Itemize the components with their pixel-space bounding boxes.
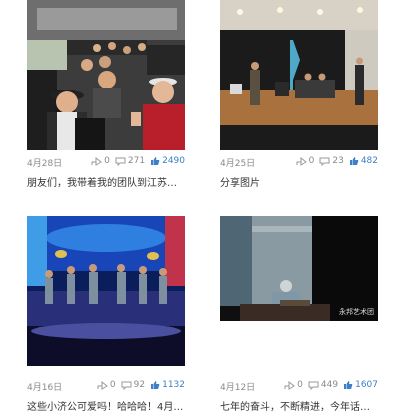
post-meta: 4月16日 0 92 1132 (27, 380, 185, 394)
share-count: 0 (104, 156, 110, 166)
post-date: 4月28日 (27, 159, 63, 169)
post-image-bus[interactable] (27, 0, 185, 150)
post-date: 4月12日 (220, 383, 256, 393)
post-meta: 4月12日 0 449 1607 (220, 380, 378, 394)
post-caption[interactable]: 朋友们，我带着我的团队到江苏巡… (27, 174, 185, 189)
post-date: 4月25日 (220, 159, 256, 169)
like-count: 1607 (355, 380, 378, 390)
thumbs-up-icon (349, 157, 359, 165)
like-stat[interactable]: 1607 (343, 380, 378, 390)
share-count: 0 (297, 380, 303, 390)
comment-stat[interactable]: 23 (319, 156, 344, 166)
like-stat[interactable]: 482 (349, 156, 378, 166)
share-icon (91, 156, 103, 166)
like-count: 482 (360, 156, 378, 166)
post-caption[interactable]: 这些小济公可爱吗！哈哈哈！4月1… (27, 398, 185, 413)
share-count: 0 (308, 156, 315, 166)
share-icon (97, 380, 108, 390)
post-grid: 4月28日 0 271 2490 朋友们，我带着我的团队到江苏巡… 4月25日 … (0, 0, 400, 415)
comment-count: 23 (332, 156, 344, 166)
share-stat[interactable]: 0 (296, 156, 315, 166)
thumbs-up-icon (344, 381, 353, 389)
thumbs-up-icon (151, 381, 160, 389)
post-card-2[interactable]: 4月25日 0 23 482 分享图片 (220, 0, 378, 189)
post-caption[interactable]: 七年的奋斗，不断精进，今年话剧… (220, 398, 378, 413)
post-card-1[interactable]: 4月28日 0 271 2490 朋友们，我带着我的团队到江苏巡… (27, 0, 185, 189)
comment-stat[interactable]: 92 (121, 380, 145, 390)
share-icon (284, 380, 296, 390)
comment-icon (308, 381, 319, 390)
post-meta: 4月25日 0 23 482 (220, 156, 378, 170)
comment-stat[interactable]: 449 (308, 380, 338, 390)
comment-icon (115, 157, 126, 166)
share-stat[interactable]: 0 (91, 156, 110, 166)
share-count: 0 (109, 380, 116, 390)
post-card-4[interactable]: 永邦艺术团 4月12日 0 449 1607 七年的奋斗，不断精进，今年话剧… (220, 216, 378, 413)
comment-count: 449 (320, 380, 339, 390)
post-stats: 0 23 482 (296, 156, 378, 166)
like-stat[interactable]: 1132 (150, 380, 185, 390)
comment-icon (319, 157, 330, 166)
post-stats: 0 449 1607 (284, 380, 378, 390)
watermark: 永邦艺术团 (339, 308, 374, 316)
theater-photo (220, 216, 378, 321)
post-caption[interactable]: 分享图片 (220, 174, 378, 189)
like-count: 2490 (162, 156, 185, 166)
post-image-kids-performance[interactable] (27, 216, 185, 366)
post-date: 4月16日 (27, 383, 63, 393)
post-stats: 0 92 1132 (97, 380, 185, 390)
comment-icon (121, 381, 132, 390)
post-image-stage-rehearsal[interactable] (220, 0, 378, 150)
like-count: 1132 (162, 380, 185, 390)
share-stat[interactable]: 0 (97, 380, 116, 390)
thumbs-up-icon (151, 157, 160, 165)
like-stat[interactable]: 2490 (150, 156, 185, 166)
post-meta: 4月28日 0 271 2490 (27, 156, 185, 170)
share-icon (296, 156, 307, 166)
post-card-3[interactable]: 4月16日 0 92 1132 这些小济公可爱吗！哈哈哈！4月1… (27, 216, 185, 413)
post-stats: 0 271 2490 (91, 156, 185, 166)
share-stat[interactable]: 0 (284, 380, 303, 390)
comment-count: 271 (127, 156, 146, 166)
comment-stat[interactable]: 271 (115, 156, 145, 166)
comment-count: 92 (133, 380, 146, 390)
post-image-theater[interactable]: 永邦艺术团 (220, 216, 378, 321)
